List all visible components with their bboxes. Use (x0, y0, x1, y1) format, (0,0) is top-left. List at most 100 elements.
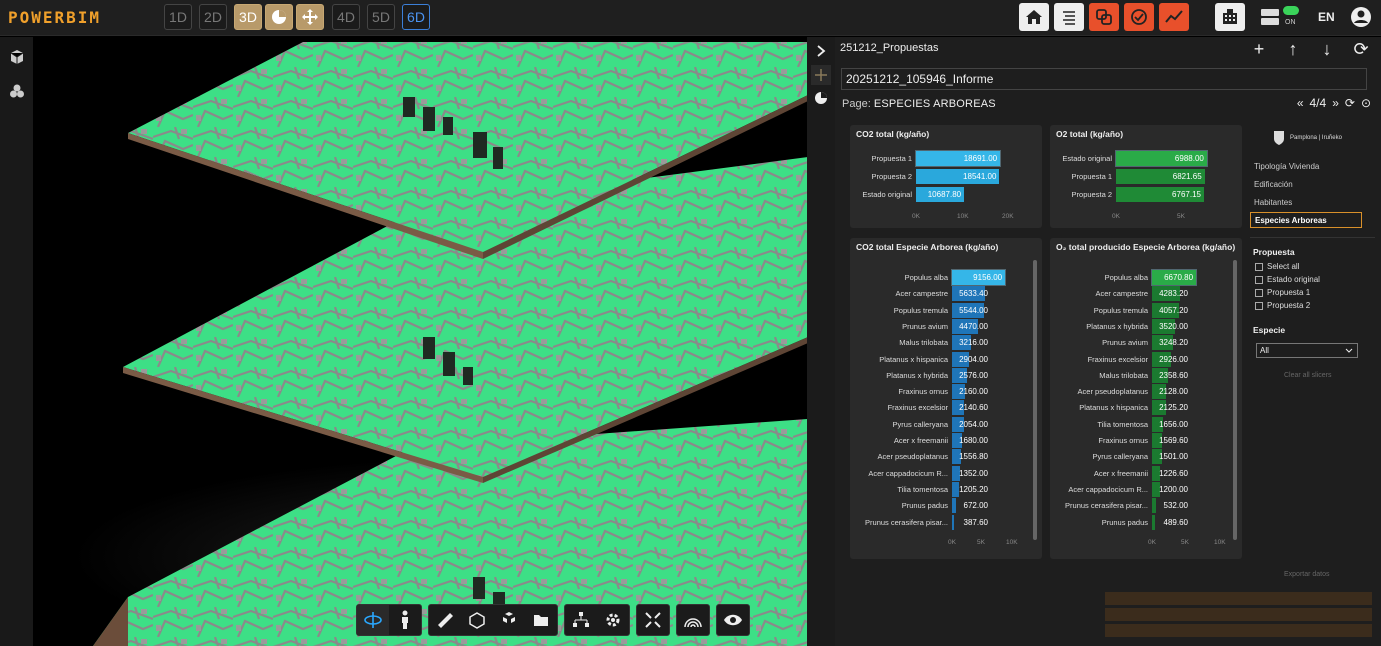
bar-row[interactable]: Fraxinus excelsior 2926.00 (1050, 351, 1228, 367)
option-select-all[interactable]: Select all (1255, 262, 1299, 271)
bar-row[interactable]: Fraxinus ornus 2160.00 (850, 384, 1020, 400)
fullscreen-tool[interactable] (637, 605, 669, 635)
option-estado-original[interactable]: Estado original (1255, 275, 1320, 284)
bar-row[interactable]: Tilia tomentosa 1205.20 (850, 481, 1020, 497)
dim-2d-button[interactable]: 2D (199, 4, 227, 30)
cube-icon (10, 50, 24, 64)
bar-row[interactable]: Fraxinus excelsior 2140.60 (850, 400, 1020, 416)
bar-row[interactable]: Acer pseudoplatanus 2128.00 (1050, 384, 1228, 400)
export-data-link[interactable]: Exportar datos (1284, 571, 1330, 578)
explode-tool[interactable] (493, 605, 525, 635)
chart-panel-button[interactable] (811, 88, 831, 108)
bar-row[interactable]: Platanus x hybrida 3520.00 (1050, 318, 1228, 334)
trend-button[interactable] (1159, 3, 1189, 31)
collapse-panel-button[interactable] (811, 41, 831, 61)
nav-edificacion[interactable]: Edificación (1250, 177, 1362, 193)
bar-row[interactable]: Acer campestre 5633.40 (850, 286, 1020, 302)
bar-row[interactable]: Estado original 10687.80 (850, 187, 1016, 202)
bar-row[interactable]: Fraxinus ornus 1569.60 (1050, 433, 1228, 448)
bar-row[interactable]: Prunus padus 672.00 (850, 498, 1020, 514)
user-avatar[interactable] (1350, 6, 1372, 33)
bar-row[interactable]: Prunus cerasifera pisar... 387.60 (850, 514, 1020, 530)
dim-3d-button[interactable]: 3D (234, 4, 262, 30)
orbit-tool[interactable] (357, 605, 389, 635)
bar-row[interactable]: Acer cappadocicum R... 1352.00 (850, 465, 1020, 481)
bar-row[interactable]: Populus tremula 5544.00 (850, 302, 1020, 318)
scrollbar[interactable] (1233, 260, 1237, 540)
bar-row[interactable]: Acer x freemanii 1680.00 (850, 433, 1020, 448)
bar-row[interactable]: Malus trilobata 3216.00 (850, 335, 1020, 351)
nav-habitantes[interactable]: Habitantes (1250, 195, 1362, 211)
bar-row[interactable]: Propuesta 1 6821.65 (1050, 169, 1230, 184)
bar-row[interactable]: Propuesta 1 18691.00 (850, 150, 1016, 167)
bar-row[interactable]: Acer campestre 4283.20 (1050, 286, 1228, 302)
dim-6d-button[interactable]: 6D (402, 4, 430, 30)
option-propuesta-1[interactable]: Propuesta 1 (1255, 288, 1310, 297)
viewer-toolbar (356, 604, 750, 636)
model-browser-tool[interactable] (525, 605, 557, 635)
server-toggle[interactable]: ON (1260, 5, 1300, 31)
arrow-up-icon[interactable]: ↑ (1283, 39, 1303, 60)
structure-tool[interactable] (565, 605, 597, 635)
layers-button[interactable] (5, 79, 29, 103)
walk-tool[interactable] (389, 605, 421, 635)
next-page-icon[interactable]: » (1332, 96, 1339, 110)
environment-tool[interactable] (677, 605, 709, 635)
pie-view-button[interactable] (265, 4, 293, 30)
bar-row[interactable]: Acer cappadocicum R... 1200.00 (1050, 481, 1228, 497)
bar-row[interactable]: Platanus x hybrida 2576.00 (850, 367, 1020, 383)
buildings-button[interactable] (1215, 3, 1245, 31)
option-propuesta-2[interactable]: Propuesta 2 (1255, 301, 1310, 310)
reload-icon[interactable]: ⟳ (1345, 96, 1355, 110)
bar-row[interactable]: Populus tremula 4057.20 (1050, 302, 1228, 318)
home-button[interactable] (1019, 3, 1049, 31)
prev-page-icon[interactable]: « (1297, 96, 1304, 110)
bar-row[interactable]: Populus alba 9156.00 (850, 269, 1020, 286)
dim-5d-button[interactable]: 5D (367, 4, 395, 30)
bar-row[interactable]: Prunus cerasifera pisar... 532.00 (1050, 498, 1228, 514)
bar-row[interactable]: Prunus avium 3248.20 (1050, 335, 1228, 351)
bar-row[interactable]: Propuesta 2 6767.15 (1050, 187, 1230, 202)
bar-row[interactable]: Estado original 6988.00 (1050, 150, 1230, 167)
report-name-field[interactable]: 20251212_105946_Informe (841, 68, 1367, 90)
bar-row[interactable]: Prunus padus 489.60 (1050, 514, 1228, 530)
bar-row[interactable]: Populus alba 6670.80 (1050, 269, 1228, 286)
dim-1d-button[interactable]: 1D (164, 4, 192, 30)
visibility-tool[interactable] (717, 605, 749, 635)
toggle-switch[interactable] (1283, 6, 1299, 15)
bar-row[interactable]: Platanus x hispanica 2904.00 (850, 351, 1020, 367)
bar-row[interactable]: Pyrus calleryana 2054.00 (850, 416, 1020, 432)
reset-icon[interactable]: ⊙ (1361, 96, 1371, 110)
bar-row[interactable]: Platanus x hispanica 2125.20 (1050, 400, 1228, 416)
bar-row[interactable]: Malus trilobata 2358.60 (1050, 367, 1228, 383)
bar-row[interactable]: Tilia tomentosa 1656.00 (1050, 416, 1228, 432)
bar-row[interactable]: Prunus avium 4470.00 (850, 318, 1020, 334)
arrow-down-icon[interactable]: ↓ (1317, 39, 1337, 60)
move-view-button[interactable] (296, 4, 324, 30)
city-model-render[interactable] (33, 37, 835, 646)
add-icon[interactable]: + (1249, 39, 1269, 60)
cubes-icon (10, 84, 24, 98)
measure-tool[interactable] (429, 605, 461, 635)
bar-row[interactable]: Pyrus calleryana 1501.00 (1050, 449, 1228, 465)
scrollbar[interactable] (1033, 260, 1037, 540)
list-button[interactable] (1054, 3, 1084, 31)
section-tool[interactable] (461, 605, 493, 635)
bar-category-label: Fraxinus excelsior (1087, 354, 1148, 364)
language-selector[interactable]: EN (1318, 10, 1335, 24)
move-panel-button[interactable] (811, 65, 831, 85)
3d-viewport[interactable] (33, 37, 835, 646)
dim-4d-button[interactable]: 4D (332, 4, 360, 30)
bar-row[interactable]: Acer pseudoplatanus 1556.80 (850, 449, 1020, 465)
settings-tool[interactable] (597, 605, 629, 635)
check-button[interactable] (1124, 3, 1154, 31)
compare-button[interactable] (1089, 3, 1119, 31)
cube-view-button[interactable] (5, 45, 29, 69)
bar-row[interactable]: Propuesta 2 18541.00 (850, 169, 1016, 184)
bar-row[interactable]: Acer x freemanii 1226.60 (1050, 465, 1228, 481)
refresh-icon[interactable]: ⟳ (1351, 39, 1371, 60)
nav-especies-arboreas[interactable]: Especies Arboreas (1250, 212, 1362, 228)
clear-slicers-link[interactable]: Clear all slicers (1284, 372, 1331, 379)
nav-tipologia-vivienda[interactable]: Tipología Vivienda (1250, 159, 1362, 175)
especie-dropdown[interactable]: All (1256, 343, 1358, 358)
